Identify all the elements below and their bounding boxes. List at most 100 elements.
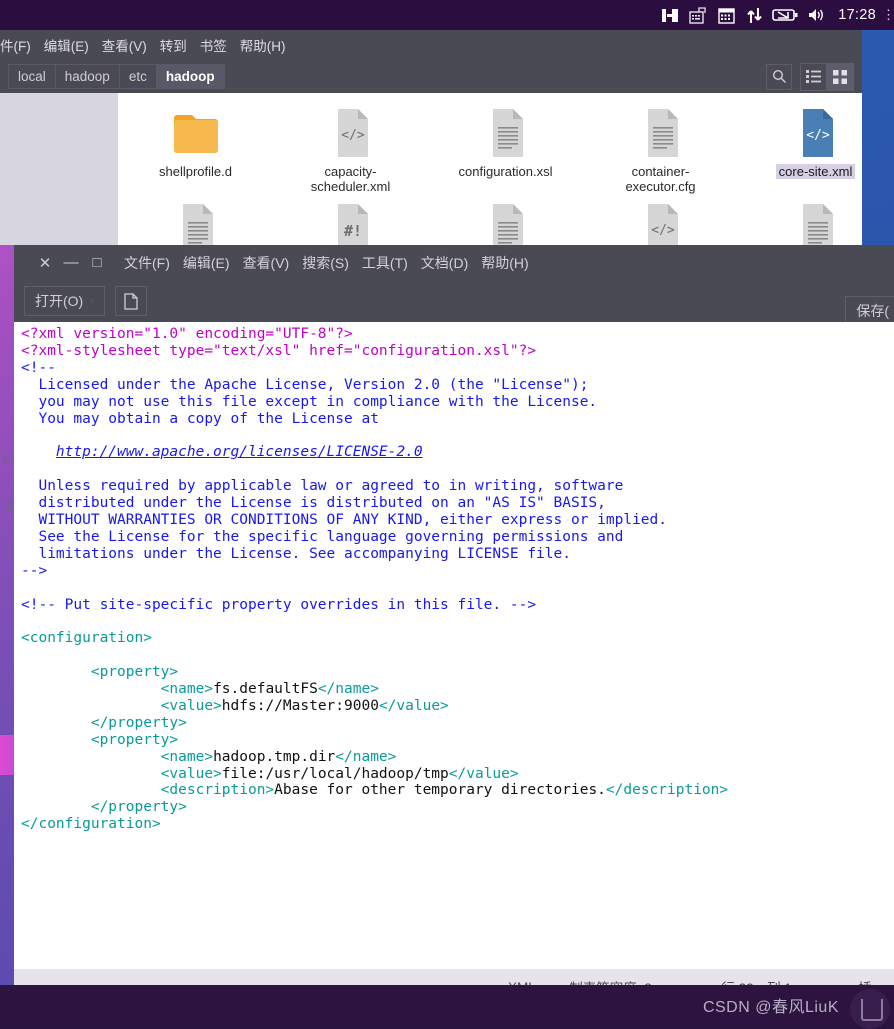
file-label: capacity-scheduler.xml xyxy=(288,164,413,194)
minimize-icon[interactable]: — xyxy=(58,254,84,271)
code-token: http://www.apache.org/licenses/LICENSE-2… xyxy=(56,444,423,460)
breadcrumb-item-etc[interactable]: etc xyxy=(120,65,157,88)
bottom-panel: CSDN @春风LiuK xyxy=(0,985,894,1026)
code-token: <property> xyxy=(21,664,178,680)
editor-menu-documents[interactable]: 文档(D) xyxy=(421,253,468,273)
editor-menu-file[interactable]: 文件(F) xyxy=(124,253,170,273)
open-file-button[interactable]: 打开(O) ▾ xyxy=(24,286,105,316)
file-item-row2-3[interactable] xyxy=(428,196,583,245)
maximize-icon[interactable]: □ xyxy=(84,254,110,271)
file-item-row2-5[interactable] xyxy=(738,196,862,245)
code-line: <!-- Put site-specific property override… xyxy=(21,597,894,614)
system-clock[interactable]: 17:28 xyxy=(830,7,882,23)
file-item-capacity-scheduler-xml[interactable]: </> capacity-scheduler.xml xyxy=(273,101,428,194)
save-label: 保存( xyxy=(856,301,889,321)
svg-text:</>: </> xyxy=(806,128,830,143)
code-token: <name> xyxy=(21,681,213,697)
fm-menu-bookmarks[interactable]: 书签 xyxy=(200,35,227,55)
code-file-icon: </> xyxy=(328,107,374,159)
code-token: <!-- xyxy=(21,360,56,376)
breadcrumb-item-hadoop-current[interactable]: hadoop xyxy=(157,65,224,88)
code-token: hadoop.tmp.dir xyxy=(213,749,335,765)
battery-icon[interactable] xyxy=(768,0,802,30)
code-token: <property> xyxy=(21,732,178,748)
code-token: <value> xyxy=(21,698,222,714)
fm-menu-goto[interactable]: 转到 xyxy=(160,35,187,55)
editor-text-area[interactable]: <?xml version="1.0" encoding="UTF-8"?><?… xyxy=(14,322,894,969)
svg-text:#!: #! xyxy=(343,222,361,240)
code-token: </name> xyxy=(335,749,396,765)
file-item-container-executor-cfg[interactable]: container-executor.cfg xyxy=(583,101,738,194)
network-transfer-icon[interactable] xyxy=(740,0,768,30)
volume-icon[interactable] xyxy=(802,0,830,30)
file-item-row2-4[interactable]: </> xyxy=(583,196,738,245)
breadcrumb-item-local[interactable]: local xyxy=(9,65,56,88)
trash-icon[interactable] xyxy=(850,989,890,1029)
code-line: <configuration> xyxy=(21,630,894,647)
editor-toolbar: 打开(O) ▾ 保存( xyxy=(14,280,894,322)
xml-source-code[interactable]: <?xml version="1.0" encoding="UTF-8"?><?… xyxy=(17,322,894,969)
code-line xyxy=(21,647,894,664)
file-grid-row-1: shellprofile.d </> capacity-scheduler.xm… xyxy=(118,93,862,194)
code-line: <?xml version="1.0" encoding="UTF-8"?> xyxy=(21,326,894,343)
code-token: WITHOUT WARRANTIES OR CONDITIONS OF ANY … xyxy=(21,512,667,528)
panel-overflow-icon[interactable]: ⋮ xyxy=(882,7,892,23)
code-file-icon-selected: </> xyxy=(793,107,839,159)
grid-view-icon[interactable] xyxy=(827,64,853,90)
fm-menu-file[interactable]: 件(F) xyxy=(0,35,31,55)
file-item-shellprofile-d[interactable]: shellprofile.d xyxy=(118,101,273,194)
editor-menu-search[interactable]: 搜索(S) xyxy=(302,253,349,273)
editor-menu-view[interactable]: 查看(V) xyxy=(243,253,290,273)
calendar-icon[interactable] xyxy=(712,0,740,30)
top-system-panel: 17:28 ⋮ xyxy=(0,0,894,30)
script-file-icon: #! xyxy=(328,202,374,245)
search-icon[interactable] xyxy=(766,64,792,90)
list-view-icon[interactable] xyxy=(801,64,827,90)
code-token: fs.defaultFS xyxy=(213,681,318,697)
file-label: shellprofile.d xyxy=(159,164,232,179)
text-file-icon xyxy=(483,202,529,245)
breadcrumb: local hadoop etc hadoop xyxy=(8,64,225,89)
file-item-configuration-xsl[interactable]: configuration.xsl xyxy=(428,101,583,194)
text-file-icon xyxy=(483,107,529,159)
fm-menu-edit[interactable]: 编辑(E) xyxy=(44,35,89,55)
code-line: </property> xyxy=(21,715,894,732)
watermark-text: CSDN @春风LiuK xyxy=(703,993,839,1017)
code-line: <value>file:/usr/local/hadoop/tmp</value… xyxy=(21,766,894,783)
text-editor-window: ✕ — □ 文件(F) 编辑(E) 查看(V) 搜索(S) 工具(T) 文档(D… xyxy=(14,245,894,1005)
code-line: <value>hdfs://Master:9000</value> xyxy=(21,698,894,715)
breadcrumb-item-hadoop[interactable]: hadoop xyxy=(56,65,120,88)
fm-menu-view[interactable]: 查看(V) xyxy=(102,35,147,55)
keyboard-icon[interactable] xyxy=(684,0,712,30)
code-token: You may obtain a copy of the License at xyxy=(21,411,379,427)
code-line: http://www.apache.org/licenses/LICENSE-2… xyxy=(21,444,894,461)
svg-text:</>: </> xyxy=(341,128,365,143)
code-line: <description>Abase for other temporary d… xyxy=(21,782,894,799)
file-manager-sidebar xyxy=(0,93,118,245)
code-token: <description> xyxy=(21,782,274,798)
text-file-icon xyxy=(793,202,839,245)
code-token: distributed under the License is distrib… xyxy=(21,495,606,511)
file-label-selected: core-site.xml xyxy=(776,164,856,179)
svg-text:</>: </> xyxy=(651,223,675,238)
new-document-icon[interactable] xyxy=(115,286,147,316)
file-item-row2-1[interactable] xyxy=(118,196,273,245)
code-token: Unless required by applicable law or agr… xyxy=(21,478,623,494)
file-manager-icon-view[interactable]: shellprofile.d </> capacity-scheduler.xm… xyxy=(118,93,862,245)
editor-titlebar: ✕ — □ 文件(F) 编辑(E) 查看(V) 搜索(S) 工具(T) 文档(D… xyxy=(14,245,894,280)
code-line: --> xyxy=(21,563,894,580)
editor-menu-help[interactable]: 帮助(H) xyxy=(481,253,528,273)
editor-menu-tools[interactable]: 工具(T) xyxy=(362,253,408,273)
editor-menu-edit[interactable]: 编辑(E) xyxy=(183,253,230,273)
fm-menu-help[interactable]: 帮助(H) xyxy=(240,35,286,55)
file-item-row2-2[interactable]: #! xyxy=(273,196,428,245)
code-token: </name> xyxy=(318,681,379,697)
code-token: </value> xyxy=(449,766,519,782)
file-item-core-site-xml[interactable]: </> core-site.xml xyxy=(738,101,862,194)
code-token: </property> xyxy=(21,799,187,815)
code-token: </property> xyxy=(21,715,187,731)
close-icon[interactable]: ✕ xyxy=(32,254,58,272)
workspace-switcher-icon[interactable] xyxy=(656,0,684,30)
code-token: <value> xyxy=(21,766,222,782)
code-line: Unless required by applicable law or agr… xyxy=(21,478,894,495)
